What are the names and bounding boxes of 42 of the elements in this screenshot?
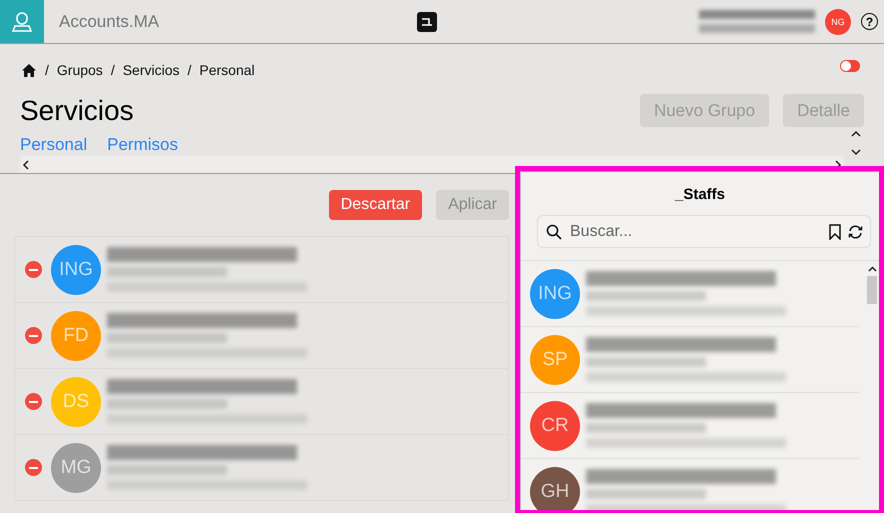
avatar: CR [530, 400, 580, 450]
remove-icon[interactable] [25, 459, 42, 476]
page-title: Servicios [20, 94, 135, 126]
search-field[interactable]: Buscar... [568, 222, 823, 242]
remove-icon[interactable] [25, 393, 42, 410]
avatar: GH [530, 466, 580, 510]
avatar: MG [51, 442, 101, 492]
avatar: DS [51, 376, 101, 426]
refresh-icon[interactable] [847, 224, 864, 240]
avatar: SP [530, 334, 580, 384]
scroll-down-icon[interactable] [851, 149, 861, 156]
panel-title: _Staffs [674, 185, 726, 205]
tab[interactable]: Permisos [107, 135, 178, 156]
breadcrumb-separator: / [188, 62, 192, 78]
breadcrumb-link[interactable]: Servicios [122, 62, 180, 78]
header-button[interactable]: Detalle [783, 94, 864, 127]
app-title: Accounts.MA [59, 12, 160, 32]
breadcrumb-link[interactable]: Grupos [56, 62, 103, 78]
user-avatar[interactable]: NG [825, 8, 851, 34]
scrollbar-thumb[interactable] [867, 276, 877, 304]
tab[interactable]: Personal [20, 135, 88, 156]
remove-icon[interactable] [25, 327, 42, 344]
avatar: ING [51, 244, 101, 294]
scroll-up-icon[interactable] [868, 266, 876, 272]
scroll-up-icon[interactable] [851, 130, 861, 137]
toggle-switch[interactable] [840, 60, 860, 72]
breadcrumb-separator: / [45, 62, 49, 78]
breadcrumb-link[interactable]: Personal [199, 62, 255, 78]
search-bar[interactable]: Buscar... [537, 215, 871, 248]
header-button[interactable]: Nuevo Grupo [640, 94, 770, 127]
avatar: FD [51, 310, 101, 360]
user-logo-icon[interactable] [0, 0, 44, 43]
discard-button[interactable]: Descartar [328, 190, 422, 220]
search-icon [546, 224, 562, 240]
remove-icon[interactable] [25, 261, 42, 278]
bookmark-icon[interactable] [829, 224, 841, 240]
scroll-left-icon[interactable] [22, 160, 30, 170]
breadcrumb-separator: / [110, 62, 115, 78]
avatar: ING [530, 268, 580, 318]
app-icon[interactable] [417, 12, 437, 32]
home-icon[interactable] [21, 62, 37, 78]
help-button[interactable]: ? [861, 13, 878, 30]
